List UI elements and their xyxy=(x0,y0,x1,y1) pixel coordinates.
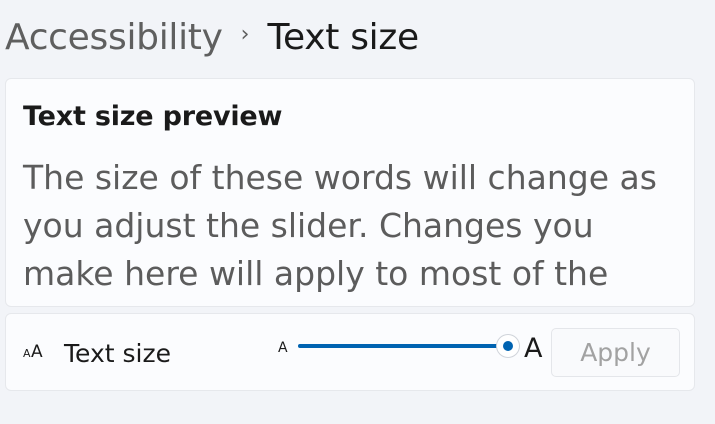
preview-title: Text size preview xyxy=(23,101,283,132)
text-size-icon: AA xyxy=(23,342,43,362)
preview-text: The size of these words will change as y… xyxy=(23,158,657,306)
page-title: Text size xyxy=(267,16,419,58)
slider-max-label: A xyxy=(524,333,543,364)
slider-min-label: A xyxy=(278,340,288,356)
text-size-slider-track[interactable] xyxy=(298,344,510,348)
text-size-slider-thumb[interactable] xyxy=(497,335,519,357)
text-size-label: Text size xyxy=(64,339,171,368)
text-size-setting-row: AA Text size A A Apply xyxy=(5,313,695,391)
text-size-preview-card: Text size preview The size of these word… xyxy=(5,78,695,307)
apply-button[interactable]: Apply xyxy=(551,328,680,377)
breadcrumb-separator-icon: › xyxy=(240,21,250,47)
breadcrumb: Accessibility › Text size xyxy=(5,10,419,64)
breadcrumb-accessibility-link[interactable]: Accessibility xyxy=(5,17,223,58)
